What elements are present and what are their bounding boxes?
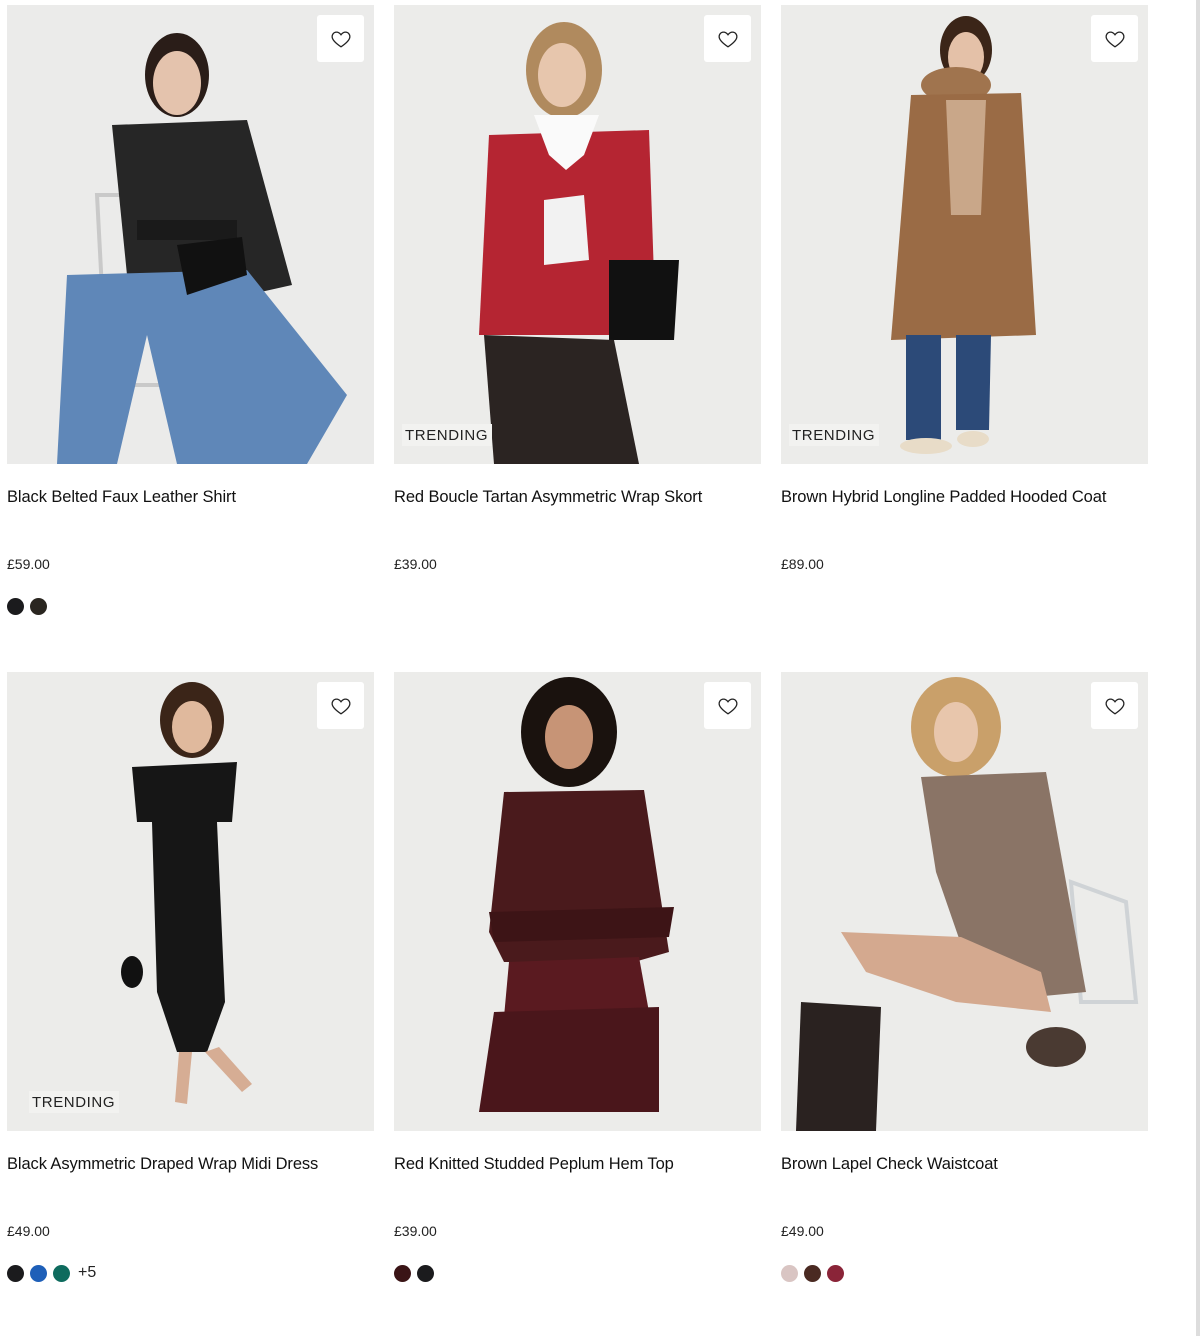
heart-outline-icon bbox=[331, 697, 350, 715]
heart-outline-icon bbox=[1105, 697, 1124, 715]
colour-swatches bbox=[781, 1263, 1148, 1283]
colour-swatches bbox=[394, 596, 761, 616]
heart-outline-icon bbox=[718, 30, 737, 48]
colour-swatches bbox=[394, 1263, 761, 1283]
colour-swatch[interactable] bbox=[804, 1264, 821, 1282]
product-price: £49.00 bbox=[781, 1223, 824, 1239]
product-card[interactable]: Black Belted Faux Leather Shirt £59.00 bbox=[7, 5, 374, 616]
colour-swatch[interactable] bbox=[827, 1264, 844, 1282]
product-image[interactable] bbox=[781, 672, 1148, 1131]
product-image[interactable]: TRENDING bbox=[394, 5, 761, 464]
colour-swatches bbox=[781, 596, 1148, 616]
model-illustration bbox=[7, 5, 374, 464]
heart-outline-icon bbox=[718, 697, 737, 715]
product-price: £39.00 bbox=[394, 556, 437, 572]
product-title[interactable]: Brown Hybrid Longline Padded Hooded Coat bbox=[781, 486, 1148, 526]
trending-badge: TRENDING bbox=[29, 1091, 120, 1113]
more-colours-count[interactable]: +5 bbox=[78, 1264, 96, 1282]
product-title[interactable]: Red Boucle Tartan Asymmetric Wrap Skort bbox=[394, 486, 761, 526]
product-card[interactable]: TRENDING Brown Hybrid Longline Padded Ho… bbox=[781, 5, 1148, 616]
colour-swatch[interactable] bbox=[30, 597, 47, 615]
wishlist-button[interactable] bbox=[317, 682, 364, 729]
product-price: £49.00 bbox=[7, 1223, 50, 1239]
wishlist-button[interactable] bbox=[1091, 15, 1138, 62]
colour-swatches bbox=[7, 596, 374, 616]
product-title[interactable]: Black Belted Faux Leather Shirt bbox=[7, 486, 374, 526]
product-image[interactable]: TRENDING bbox=[781, 5, 1148, 464]
product-price: £39.00 bbox=[394, 1223, 437, 1239]
heart-outline-icon bbox=[331, 30, 350, 48]
product-card[interactable]: Brown Lapel Check Waistcoat £49.00 bbox=[781, 672, 1148, 1283]
product-price: £59.00 bbox=[7, 556, 50, 572]
product-title[interactable]: Red Knitted Studded Peplum Hem Top bbox=[394, 1153, 761, 1193]
colour-swatch[interactable] bbox=[7, 597, 24, 615]
wishlist-button[interactable] bbox=[1091, 682, 1138, 729]
colour-swatch[interactable] bbox=[7, 1264, 24, 1282]
product-image[interactable]: TRENDING bbox=[7, 672, 374, 1131]
product-price: £89.00 bbox=[781, 556, 824, 572]
model-illustration bbox=[781, 672, 1148, 1131]
colour-swatches: +5 bbox=[7, 1263, 374, 1283]
product-title[interactable]: Brown Lapel Check Waistcoat bbox=[781, 1153, 1148, 1193]
colour-swatch[interactable] bbox=[394, 1264, 411, 1282]
colour-swatch[interactable] bbox=[30, 1264, 47, 1282]
model-illustration bbox=[394, 672, 761, 1131]
colour-swatch[interactable] bbox=[53, 1264, 70, 1282]
wishlist-button[interactable] bbox=[704, 15, 751, 62]
wishlist-button[interactable] bbox=[704, 682, 751, 729]
product-title[interactable]: Black Asymmetric Draped Wrap Midi Dress bbox=[7, 1153, 374, 1193]
trending-badge: TRENDING bbox=[789, 424, 880, 446]
colour-swatch[interactable] bbox=[417, 1264, 434, 1282]
page-scrollbar[interactable] bbox=[1196, 0, 1200, 1336]
product-image[interactable] bbox=[394, 672, 761, 1131]
product-card[interactable]: TRENDING Red Boucle Tartan Asymmetric Wr… bbox=[394, 5, 761, 616]
model-illustration bbox=[7, 672, 374, 1131]
model-illustration bbox=[394, 5, 761, 464]
model-illustration bbox=[781, 5, 1148, 464]
wishlist-button[interactable] bbox=[317, 15, 364, 62]
product-card[interactable]: Red Knitted Studded Peplum Hem Top £39.0… bbox=[394, 672, 761, 1283]
product-card[interactable]: TRENDING Black Asymmetric Draped Wrap Mi… bbox=[7, 672, 374, 1283]
product-image[interactable] bbox=[7, 5, 374, 464]
trending-badge: TRENDING bbox=[402, 424, 493, 446]
colour-swatch[interactable] bbox=[781, 1264, 798, 1282]
heart-outline-icon bbox=[1105, 30, 1124, 48]
